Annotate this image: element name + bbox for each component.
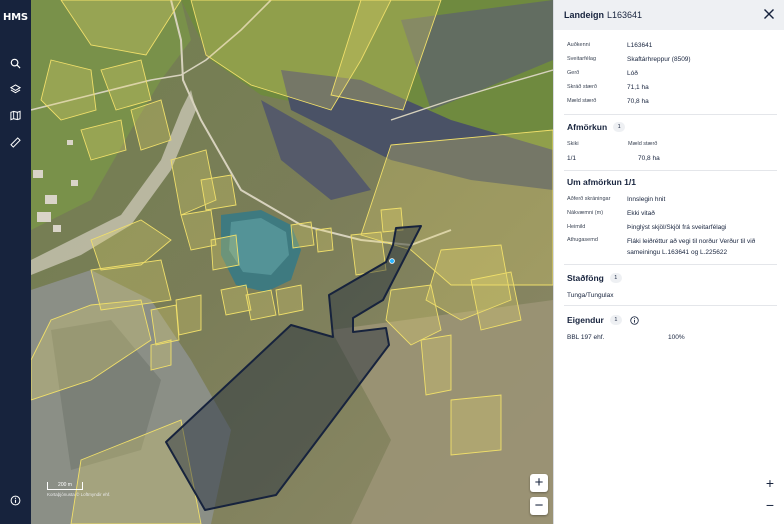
scale-bar: 200 m Kortaþjónusta © Loftmyndir ehf.: [47, 482, 110, 497]
detail-label: Auðkenni: [567, 42, 590, 48]
left-rail: HMS: [0, 0, 31, 524]
um-value: Þinglýst skjöl/Skjöl frá sveitarfélagi: [627, 223, 727, 231]
search-icon[interactable]: [8, 56, 22, 70]
hms-logo: HMS: [3, 12, 28, 23]
eigendur-heading: Eigendur 1: [554, 313, 784, 327]
map-zoom-out-button[interactable]: −: [530, 497, 548, 515]
afmorkun-heading: Afmörkun 1: [554, 120, 784, 134]
detail-label: Skráð stærð: [567, 84, 597, 90]
um-row: Nákvæmni (m) Ekki vitað: [554, 206, 784, 220]
info-icon[interactable]: [8, 493, 22, 507]
column-header: Mæld stærð: [628, 141, 658, 147]
um-afmorkun-section: Um afmörkun 1/1 Aðferð skráningar Innsleg…: [554, 175, 784, 258]
um-row: Aðferð skráningar Innslegin hnit: [554, 192, 784, 206]
um-afmorkun-title: Um afmörkun 1/1: [567, 177, 636, 187]
location-marker[interactable]: [389, 258, 395, 264]
detail-value: Lóð: [627, 69, 638, 77]
details-list: Auðkenni L163641 Sveitarfélag Skaftárhrepp…: [554, 38, 784, 108]
stadfong-section: Staðföng 1 Tunga/Tungulax: [554, 271, 784, 302]
detail-value: Skaftárhreppur (8509): [627, 55, 691, 63]
um-row: Athugasemd Fláki leiðréttur að vegi til n…: [554, 236, 784, 258]
um-value: Ekki vitað: [627, 209, 655, 217]
close-icon[interactable]: [763, 8, 775, 20]
owner-share: 100%: [668, 333, 685, 341]
divider: [564, 305, 777, 306]
count-badge: 1: [609, 273, 622, 283]
property-panel: Landeign L163641 Auðkenni L163641 Sveitar…: [553, 0, 784, 524]
um-label: Aðferð skráningar: [567, 196, 611, 202]
afmorkun-section: Afmörkun 1 Skiki Mæld stærð 1/1 70,8 ha: [554, 120, 784, 165]
detail-row: Skráð stærð 71,1 ha: [554, 80, 784, 94]
layers-icon[interactable]: [8, 82, 22, 96]
map-attribution: Kortaþjónusta © Loftmyndir ehf.: [47, 492, 111, 497]
info-icon[interactable]: [630, 315, 639, 325]
panel-zoom-out-button[interactable]: −: [763, 498, 777, 512]
map-zoom-in-button[interactable]: +: [530, 474, 548, 492]
map-icon[interactable]: [8, 108, 22, 122]
aerial-imagery: [31, 0, 553, 524]
detail-row: Auðkenni L163641: [554, 38, 784, 52]
afmorkun-row[interactable]: 1/1 70,8 ha: [554, 151, 784, 165]
detail-label: Gerð: [567, 70, 580, 76]
stadfong-title: Staðföng: [567, 273, 604, 283]
afmorkun-header-row: Skiki Mæld stærð: [554, 137, 784, 151]
detail-value: 71,1 ha: [627, 83, 649, 91]
divider: [564, 170, 777, 171]
skiki-value: 1/1: [567, 154, 577, 162]
divider: [564, 114, 777, 115]
detail-row: Gerð Lóð: [554, 66, 784, 80]
detail-row: Sveitarfélag Skaftárhreppur (8509): [554, 52, 784, 66]
divider: [564, 264, 777, 265]
panel-title-id: L163641: [607, 10, 643, 20]
um-label: Nákvæmni (m): [567, 210, 604, 216]
eigendur-title: Eigendur: [567, 315, 604, 325]
detail-label: Mæld stærð: [567, 98, 597, 104]
count-badge: 1: [613, 122, 626, 132]
afmorkun-title: Afmörkun: [567, 122, 608, 132]
um-value: Innslegin hnit: [627, 195, 666, 203]
owner-name: BBL 197 ehf.: [567, 333, 605, 341]
um-label: Heimild: [567, 224, 586, 230]
stadfong-heading: Staðföng 1: [554, 271, 784, 285]
panel-title: Landeign: [564, 10, 604, 20]
um-label: Athugasemd: [567, 237, 598, 243]
detail-label: Sveitarfélag: [567, 56, 597, 62]
column-header: Skiki: [567, 141, 579, 147]
um-value: Fláki leiðréttur að vegi til norður Verð…: [627, 238, 756, 256]
detail-row: Mæld stærð 70,8 ha: [554, 94, 784, 108]
owner-row: BBL 197 ehf. 100%: [554, 330, 784, 344]
um-row: Heimild Þinglýst skjöl/Skjöl frá sveitarf…: [554, 220, 784, 234]
detail-value: L163641: [627, 41, 653, 49]
address-value: Tunga/Tungulax: [567, 291, 614, 299]
eigendur-section: Eigendur 1 BBL 197 ehf. 100%: [554, 313, 784, 344]
map-canvas[interactable]: + − 200 m Kortaþjónusta © Loftmyndir ehf…: [31, 0, 553, 524]
panel-zoom-in-button[interactable]: +: [763, 476, 777, 490]
panel-header: Landeign L163641: [554, 0, 784, 30]
detail-value: 70,8 ha: [627, 97, 649, 105]
size-value: 70,8 ha: [638, 154, 660, 162]
address-row[interactable]: Tunga/Tungulax: [554, 288, 784, 302]
ruler-icon[interactable]: [8, 135, 22, 149]
scale-label: 200 m: [47, 482, 83, 490]
count-badge: 1: [609, 315, 622, 325]
